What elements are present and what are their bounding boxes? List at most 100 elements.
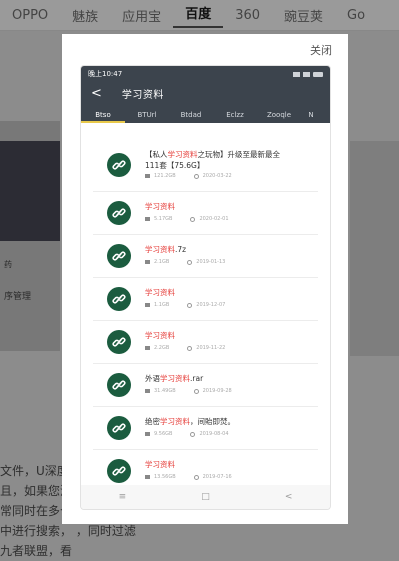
results-list: 【私人学习资料之玩物】升级至最新最全 111套【75.6G】 121.2GB 2020… — [81, 139, 330, 493]
result-title[interactable]: 学习资料 — [145, 459, 175, 470]
engine-tabs: Btso BTUrl Btdad Eclzz Zooqle N — [81, 104, 330, 123]
list-item[interactable]: 学习资料 1.1GB 2019-12-07 — [93, 278, 318, 321]
title-suffix: ，间貽即焚。 — [190, 417, 235, 426]
background-text: 药 — [4, 260, 12, 269]
result-title[interactable]: 学习资料 — [145, 287, 175, 298]
file-date: 2019-11-22 — [196, 345, 226, 351]
tab-btso[interactable]: Btso — [81, 111, 125, 123]
home-icon[interactable]: □ — [201, 492, 210, 502]
background-image — [0, 141, 60, 241]
list-item[interactable]: 学习资料 5.17GB 2020-02-01 — [93, 192, 318, 235]
file-size: 5.17GB — [154, 216, 173, 222]
title-prefix: 绝密 — [145, 417, 160, 426]
list-item[interactable]: 学习资料.7z 2.1GB 2019-01-13 — [93, 235, 318, 278]
link-icon — [107, 459, 131, 483]
folder-icon — [145, 475, 150, 479]
title-prefix: 外语 — [145, 374, 160, 383]
link-icon — [107, 244, 131, 268]
store-tab[interactable]: 魅族 — [60, 6, 110, 25]
folder-icon — [145, 346, 150, 350]
clock-icon — [187, 302, 193, 308]
result-title[interactable]: 学习资料 — [145, 330, 175, 341]
file-date: 2019-07-16 — [202, 474, 232, 480]
store-tab-active[interactable]: 百度 — [173, 3, 224, 28]
file-size: 2.1GB — [154, 259, 170, 265]
chain-link-icon — [112, 337, 126, 347]
phone-screenshot: 晚上10:47 < 学习资料 Btso BTUrl Btdad Eclzz Zo… — [80, 65, 331, 510]
tab-eclzz[interactable]: Eclzz — [213, 111, 257, 123]
image-preview-modal: 关闭 晚上10:47 < 学习资料 Btso BTUrl Btdad Eclzz… — [62, 34, 348, 524]
chain-link-icon — [112, 160, 126, 170]
folder-icon — [145, 217, 150, 221]
title-highlight: 学习资料 — [145, 245, 175, 254]
file-date: 2019-09-28 — [202, 388, 232, 394]
list-item[interactable]: 学习资料 2.2GB 2019-11-22 — [93, 321, 318, 364]
result-meta: 2.2GB 2019-11-22 — [145, 345, 225, 351]
result-title[interactable]: 外语学习资料.rar — [145, 373, 203, 384]
result-meta: 13.56GB 2019-07-16 — [145, 474, 232, 480]
result-title[interactable]: 学习资料.7z — [145, 244, 186, 255]
result-title[interactable]: 绝密学习资料，间貽即焚。 — [145, 416, 235, 427]
close-button[interactable]: 关闭 — [310, 42, 332, 58]
menu-icon[interactable]: ≡ — [119, 492, 127, 502]
list-item[interactable]: 绝密学习资料，间貽即焚。 9.56GB 2019-08-04 — [93, 407, 318, 450]
list-item[interactable]: 外语学习资料.rar 31.49GB 2019-09-28 — [93, 364, 318, 407]
chain-link-icon — [112, 251, 126, 261]
result-title[interactable]: 学习资料 — [145, 201, 175, 212]
result-meta: 2.1GB 2019-01-13 — [145, 259, 225, 265]
paragraph-line: 中进行搜索， ，同时过滤 — [0, 524, 136, 538]
title-suffix: 之玩物】升级至最新最全 — [197, 150, 281, 159]
tab-bturl[interactable]: BTUrl — [125, 111, 169, 123]
chain-link-icon — [112, 423, 126, 433]
link-icon — [107, 153, 131, 177]
background-screenshot-right — [350, 141, 399, 356]
title-highlight: 学习资料 — [160, 374, 190, 383]
title-highlight: 学习资料 — [160, 417, 190, 426]
store-tab[interactable]: Go — [335, 8, 377, 23]
tab-more[interactable]: N — [301, 111, 321, 123]
tab-btdad[interactable]: Btdad — [169, 111, 213, 123]
store-tab[interactable]: OPPO — [0, 8, 60, 23]
status-icons — [293, 71, 323, 77]
clock-icon — [190, 216, 196, 222]
chain-link-icon — [112, 466, 126, 476]
chain-link-icon — [112, 380, 126, 390]
file-size: 9.56GB — [154, 431, 173, 437]
store-tab[interactable]: 360 — [223, 8, 272, 23]
file-size: 2.2GB — [154, 345, 170, 351]
battery-icon — [313, 71, 323, 77]
clock-icon — [190, 431, 196, 437]
clock-icon — [187, 259, 193, 265]
folder-icon — [145, 260, 150, 264]
file-date: 2019-01-13 — [196, 259, 226, 265]
link-icon — [107, 416, 131, 440]
result-title[interactable]: 【私人学习资料之玩物】升级至最新最全 111套【75.6G】 — [145, 149, 280, 171]
file-size: 1.1GB — [154, 302, 170, 308]
paragraph-line: 九者联盟，看 — [0, 544, 73, 558]
file-date: 2019-12-07 — [196, 302, 226, 308]
link-icon — [107, 201, 131, 225]
folder-icon — [145, 303, 150, 307]
store-tab[interactable]: 豌豆荚 — [272, 6, 335, 25]
link-icon — [107, 373, 131, 397]
folder-icon — [145, 389, 150, 393]
clock-icon — [193, 388, 199, 394]
folder-icon — [145, 174, 150, 178]
clock-icon — [193, 474, 199, 480]
store-tab[interactable]: 应用宝 — [110, 6, 173, 25]
tab-zooqle[interactable]: Zooqle — [257, 111, 301, 123]
back-icon[interactable]: < — [285, 492, 293, 502]
chain-link-icon — [112, 294, 126, 304]
chain-link-icon — [112, 208, 126, 218]
result-meta: 5.17GB 2020-02-01 — [145, 216, 229, 222]
back-arrow-icon[interactable]: < — [91, 86, 102, 101]
file-date: 2019-08-04 — [199, 431, 229, 437]
title-suffix: .rar — [190, 374, 204, 383]
status-bar: 晚上10:47 — [81, 66, 330, 82]
background-screenshot-left: 药 序管理 — [0, 121, 60, 351]
clock-icon — [187, 345, 193, 351]
app-header: < 学习资料 — [81, 82, 330, 104]
list-item[interactable]: 【私人学习资料之玩物】升级至最新最全 111套【75.6G】 121.2GB 2020… — [93, 139, 318, 192]
result-meta: 121.2GB 2020-03-22 — [145, 173, 232, 179]
file-date: 2020-02-01 — [199, 216, 229, 222]
